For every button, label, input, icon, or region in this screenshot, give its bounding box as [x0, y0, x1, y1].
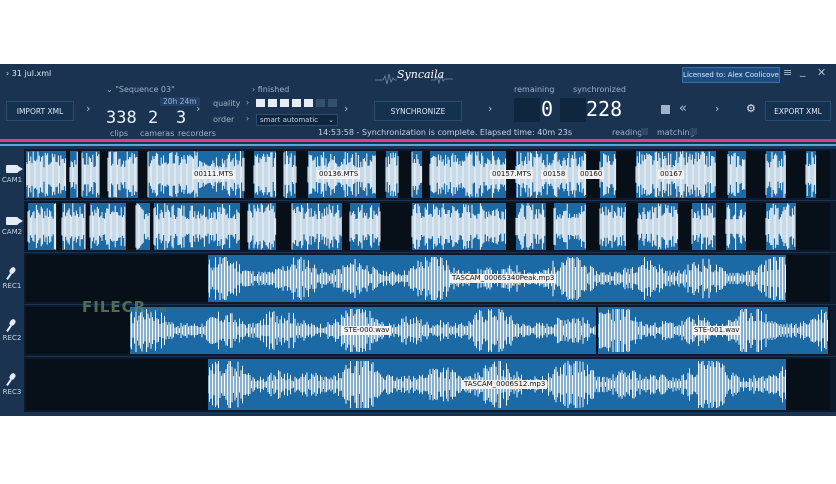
- track-label: REC3: [0, 357, 24, 412]
- sequence-dropdown[interactable]: ⌄ "Sequence 03": [106, 85, 175, 94]
- audio-clip[interactable]: STE-001.wav: [598, 307, 828, 354]
- chevron-right-icon: ›: [252, 85, 256, 94]
- track-cam1: CAM1 00111.MTS 00136.MTS 00157.MTS 00158…: [0, 149, 836, 200]
- quality-step[interactable]: [316, 99, 325, 107]
- camera-icon: [6, 165, 23, 173]
- quality-step[interactable]: [256, 99, 265, 107]
- synchronized-bar: [560, 98, 586, 122]
- chevron-right-icon: ›: [246, 98, 250, 107]
- microphone-icon: [8, 267, 16, 279]
- chevron-down-icon: ⌄: [106, 85, 113, 94]
- progress-accent-line: [0, 139, 836, 142]
- chevron-right-icon: ›: [86, 102, 91, 115]
- track-rec3: REC3 TASCAM_0006S12.mp3: [0, 357, 836, 412]
- chevron-right-icon: ›: [488, 102, 493, 115]
- clip-label[interactable]: 00157.MTS: [490, 170, 534, 179]
- track-lane[interactable]: 00111.MTS 00136.MTS 00157.MTS 00158 0016…: [26, 151, 830, 198]
- syncaila-window: › 31 jul.xml IMPORT XML › ⌄ "Sequence 03…: [0, 64, 836, 416]
- clip-label: TASCAM_0006S12.mp3: [462, 380, 548, 389]
- video-activity: [27, 203, 796, 250]
- order-label: order: [213, 115, 235, 124]
- track-lane[interactable]: [26, 203, 830, 250]
- synchronized-label: synchronized: [573, 85, 626, 94]
- chevron-right-icon: ›: [196, 102, 201, 115]
- track-label: CAM1: [0, 149, 24, 200]
- quality-label: quality: [213, 99, 241, 108]
- chevron-right-icon: ›: [344, 102, 349, 115]
- synchronized-count: 228: [586, 97, 623, 121]
- status-message: 14:53:58 - Synchronization is complete. …: [318, 128, 573, 137]
- reading-indicator: [641, 128, 648, 135]
- clip-label: STE-000.wav: [342, 326, 392, 335]
- syncaila-logo: Syncaila: [375, 65, 453, 87]
- chevron-right-icon: ›: [6, 69, 10, 78]
- synchronize-button[interactable]: SYNCHRONIZE: [374, 101, 462, 121]
- microphone-icon: [8, 373, 16, 385]
- cameras-count: 2: [148, 108, 159, 128]
- audio-clip[interactable]: TASCAM_0006S340Peak.mp3: [208, 255, 786, 302]
- minimize-icon[interactable]: _: [800, 64, 806, 77]
- clip-label: STE-001.wav: [692, 326, 742, 335]
- track-cam2: CAM2: [0, 201, 836, 252]
- finished-label: › finished: [252, 85, 290, 94]
- chevron-right-icon: ›: [246, 114, 250, 123]
- menu-icon[interactable]: ≡: [783, 66, 792, 79]
- microphone-icon: [8, 319, 16, 331]
- remaining-count: 0: [541, 97, 554, 121]
- chevron-down-icon: ⌄: [328, 116, 334, 124]
- quality-step[interactable]: [328, 99, 337, 107]
- track-label: CAM2: [0, 201, 24, 252]
- audio-clip[interactable]: STE-000.wav: [130, 307, 596, 354]
- track-lane[interactable]: TASCAM_0006S340Peak.mp3: [26, 255, 830, 302]
- clip-label[interactable]: 00158: [541, 170, 568, 179]
- clip-label[interactable]: 00136.MTS: [317, 170, 361, 179]
- duration-label: 20h 24m: [160, 97, 200, 106]
- quality-step[interactable]: [304, 99, 313, 107]
- project-title[interactable]: › 31 jul.xml: [6, 69, 51, 78]
- rewind-icon[interactable]: «: [679, 101, 687, 116]
- track-label: REC2: [0, 305, 24, 356]
- reading-label: reading: [612, 128, 643, 137]
- remaining-bar: [514, 98, 540, 122]
- clip-label[interactable]: 00160: [578, 170, 605, 179]
- track-rec1: REC1 TASCAM_0006S340Peak.mp3: [0, 253, 836, 304]
- audio-clip[interactable]: TASCAM_0006S12.mp3: [208, 359, 786, 410]
- clips-count: 338: [106, 108, 137, 128]
- chevron-right-icon: ›: [715, 102, 720, 115]
- license-badge: Licensed to: Alex Coolicove: [682, 67, 780, 83]
- clip-label[interactable]: 00167: [658, 170, 685, 179]
- matching-indicator: [690, 128, 697, 135]
- quality-step[interactable]: [268, 99, 277, 107]
- track-label: REC1: [0, 253, 24, 304]
- cameras-label: cameras: [140, 129, 175, 138]
- clip-label: TASCAM_0006S340Peak.mp3: [450, 274, 557, 283]
- watermark: FILECR.com: [82, 298, 168, 316]
- close-icon[interactable]: ✕: [817, 66, 826, 79]
- camera-icon: [6, 217, 23, 225]
- import-xml-button[interactable]: IMPORT XML: [6, 101, 74, 121]
- quality-step[interactable]: [292, 99, 301, 107]
- timeline-top-line: [0, 144, 836, 146]
- recorders-count: 3: [176, 108, 187, 128]
- order-select[interactable]: smart automatic ⌄: [256, 114, 338, 126]
- export-xml-button[interactable]: EXPORT XML: [765, 101, 831, 121]
- clip-label[interactable]: 00111.MTS: [192, 170, 236, 179]
- quality-step[interactable]: [280, 99, 289, 107]
- stop-icon[interactable]: [661, 105, 670, 114]
- clips-label: clips: [110, 129, 129, 138]
- gear-icon[interactable]: ⚙: [746, 102, 756, 115]
- video-activity: [26, 151, 817, 198]
- track-lane[interactable]: TASCAM_0006S12.mp3: [26, 359, 830, 410]
- recorders-label: recorders: [178, 129, 216, 138]
- remaining-label: remaining: [514, 85, 555, 94]
